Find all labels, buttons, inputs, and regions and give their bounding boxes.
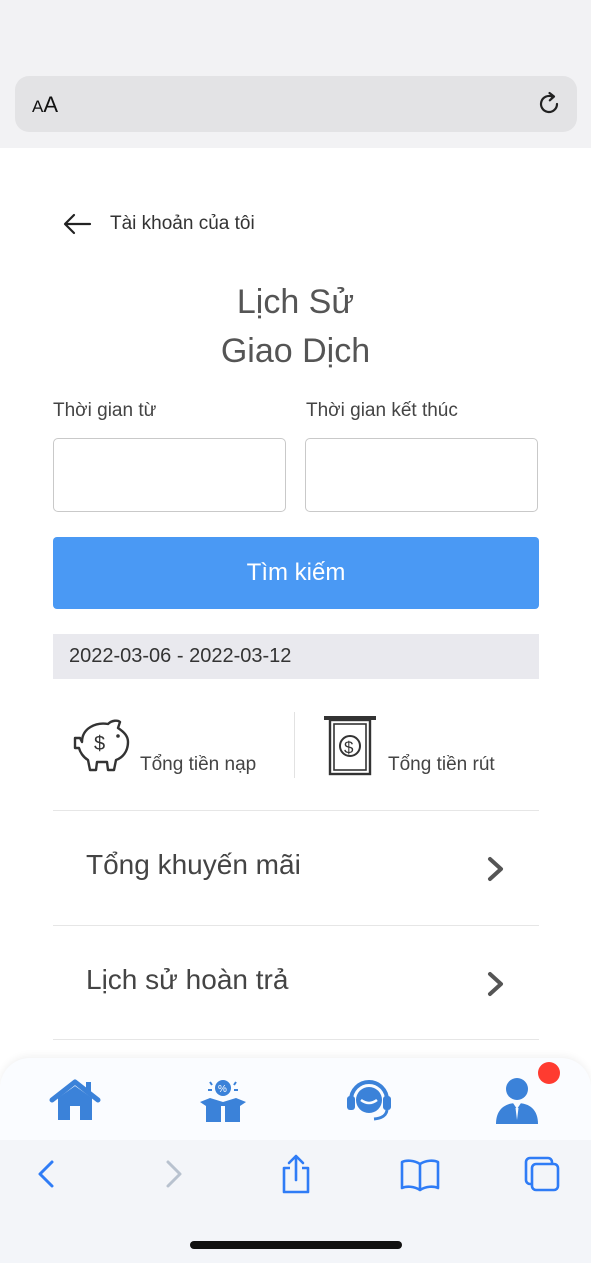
support-headset-icon[interactable] [342,1076,396,1124]
page-title-line1: Lịch Sử [236,283,355,321]
piggy-bank-icon: $ [73,719,130,772]
chevron-right-icon [488,857,503,881]
page-title: Lịch Sử Giao Dịch [0,278,591,376]
menu-item-rebate-history[interactable]: Lịch sử hoàn trả [53,925,539,1040]
reload-icon[interactable] [535,90,563,118]
start-date-label: Thời gian từ [53,400,157,421]
menu-item-label: Tổng khuyến mãi [86,849,301,880]
app-tab-bar: % [0,1058,591,1148]
menu-item-label: Lịch sử hoàn trả [86,964,289,995]
menu-item-total-promotion[interactable]: Tổng khuyến mãi [53,810,539,925]
summary-divider [294,712,295,778]
page-title-line2: Giao Dịch [220,332,371,370]
home-indicator [190,1241,402,1249]
back-link[interactable]: Tài khoản của tôi [62,208,255,240]
back-label: Tài khoản của tôi [110,213,255,234]
home-icon[interactable] [48,1076,102,1124]
atm-cash-icon: $ [324,716,376,776]
browser-top-bar: AA [0,0,591,148]
date-range-display: 2022-03-06 - 2022-03-12 [53,634,539,679]
svg-text:$: $ [94,733,105,755]
address-bar[interactable]: AA [15,76,577,132]
chevron-right-icon [488,972,503,996]
end-date-input[interactable] [305,438,538,512]
end-date-label: Thời gian kết thúc [306,400,458,421]
arrow-left-icon [63,213,92,235]
page: AA Tài khoản của tôi Lịch Sử Giao Dịch T… [0,0,591,1263]
svg-text:$: $ [344,738,354,757]
search-button[interactable]: Tìm kiếm [53,537,539,609]
notification-badge [538,1062,560,1084]
promotion-box-icon[interactable]: % [196,1076,250,1124]
svg-text:%: % [218,1084,227,1095]
deposit-label: Tổng tiền nạp [140,754,257,775]
share-icon[interactable] [276,1154,316,1194]
browser-back-icon[interactable] [28,1154,68,1194]
text-size-button[interactable]: AA [32,92,58,118]
tabs-icon[interactable] [522,1154,562,1194]
start-date-input[interactable] [53,438,286,512]
withdraw-label: Tổng tiền rút [388,754,495,775]
profile-icon[interactable] [490,1076,544,1124]
browser-forward-icon[interactable] [152,1154,192,1194]
bookmarks-icon[interactable] [400,1154,440,1194]
